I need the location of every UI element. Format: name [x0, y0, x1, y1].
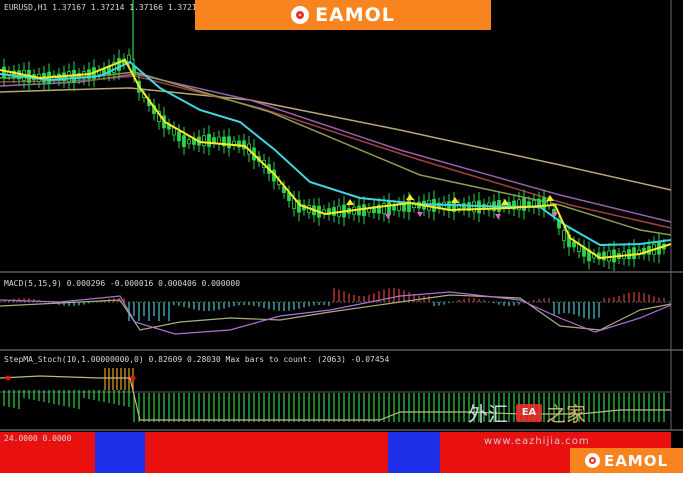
trend-segment: [388, 432, 440, 473]
stoch-dot: [5, 375, 11, 381]
candle-body: [227, 136, 231, 149]
candle-body: [177, 131, 181, 142]
brand-banner-bottom: EAMOL: [570, 448, 683, 473]
candle-body: [172, 127, 176, 136]
candle-body: [332, 207, 336, 216]
symbol-info: EURUSD,H1 1.37167 1.37214 1.37166 1.3721…: [4, 3, 202, 12]
candle-body: [182, 135, 186, 147]
watermark-url: www.eazhijia.com: [484, 436, 590, 447]
candle-body: [117, 58, 121, 71]
bar-strip-info: 24.0000 0.0000: [4, 434, 72, 443]
candle-body: [362, 204, 366, 217]
candle-body: [602, 251, 606, 261]
candle-body: [542, 197, 546, 210]
brand-logo-icon: [584, 453, 600, 468]
candle-body: [187, 139, 191, 145]
candle-body: [382, 203, 386, 215]
stoch-info: StepMA_Stoch(10,1.00000000,0) 0.82609 0.…: [4, 355, 390, 364]
candle-body: [572, 241, 576, 248]
candle-body: [387, 201, 391, 215]
trend-segment: [145, 432, 388, 473]
candle-body: [562, 230, 566, 242]
trend-segment: [95, 432, 145, 473]
macd-info: MACD(5,15,9) 0.000296 -0.000016 0.000406…: [4, 279, 241, 288]
candle-body: [2, 66, 6, 79]
brand-name: EAMOL: [315, 4, 395, 26]
candle-body: [632, 247, 636, 260]
watermark-badge: EA: [516, 404, 542, 422]
brand-banner-top: EAMOL: [195, 0, 491, 30]
trading-chart: EURUSD,H1 1.37167 1.37214 1.37166 1.3721…: [0, 0, 683, 473]
brand-logo-icon: [291, 6, 310, 24]
candle-body: [522, 198, 526, 211]
stoch-dot: [130, 375, 136, 381]
brand-name: EAMOL: [603, 451, 669, 470]
watermark-cn: 外汇: [468, 402, 508, 426]
watermark-cn2: 之家: [546, 402, 586, 426]
candle-body: [212, 137, 216, 143]
candle-body: [202, 135, 206, 147]
candle-body: [207, 133, 211, 147]
